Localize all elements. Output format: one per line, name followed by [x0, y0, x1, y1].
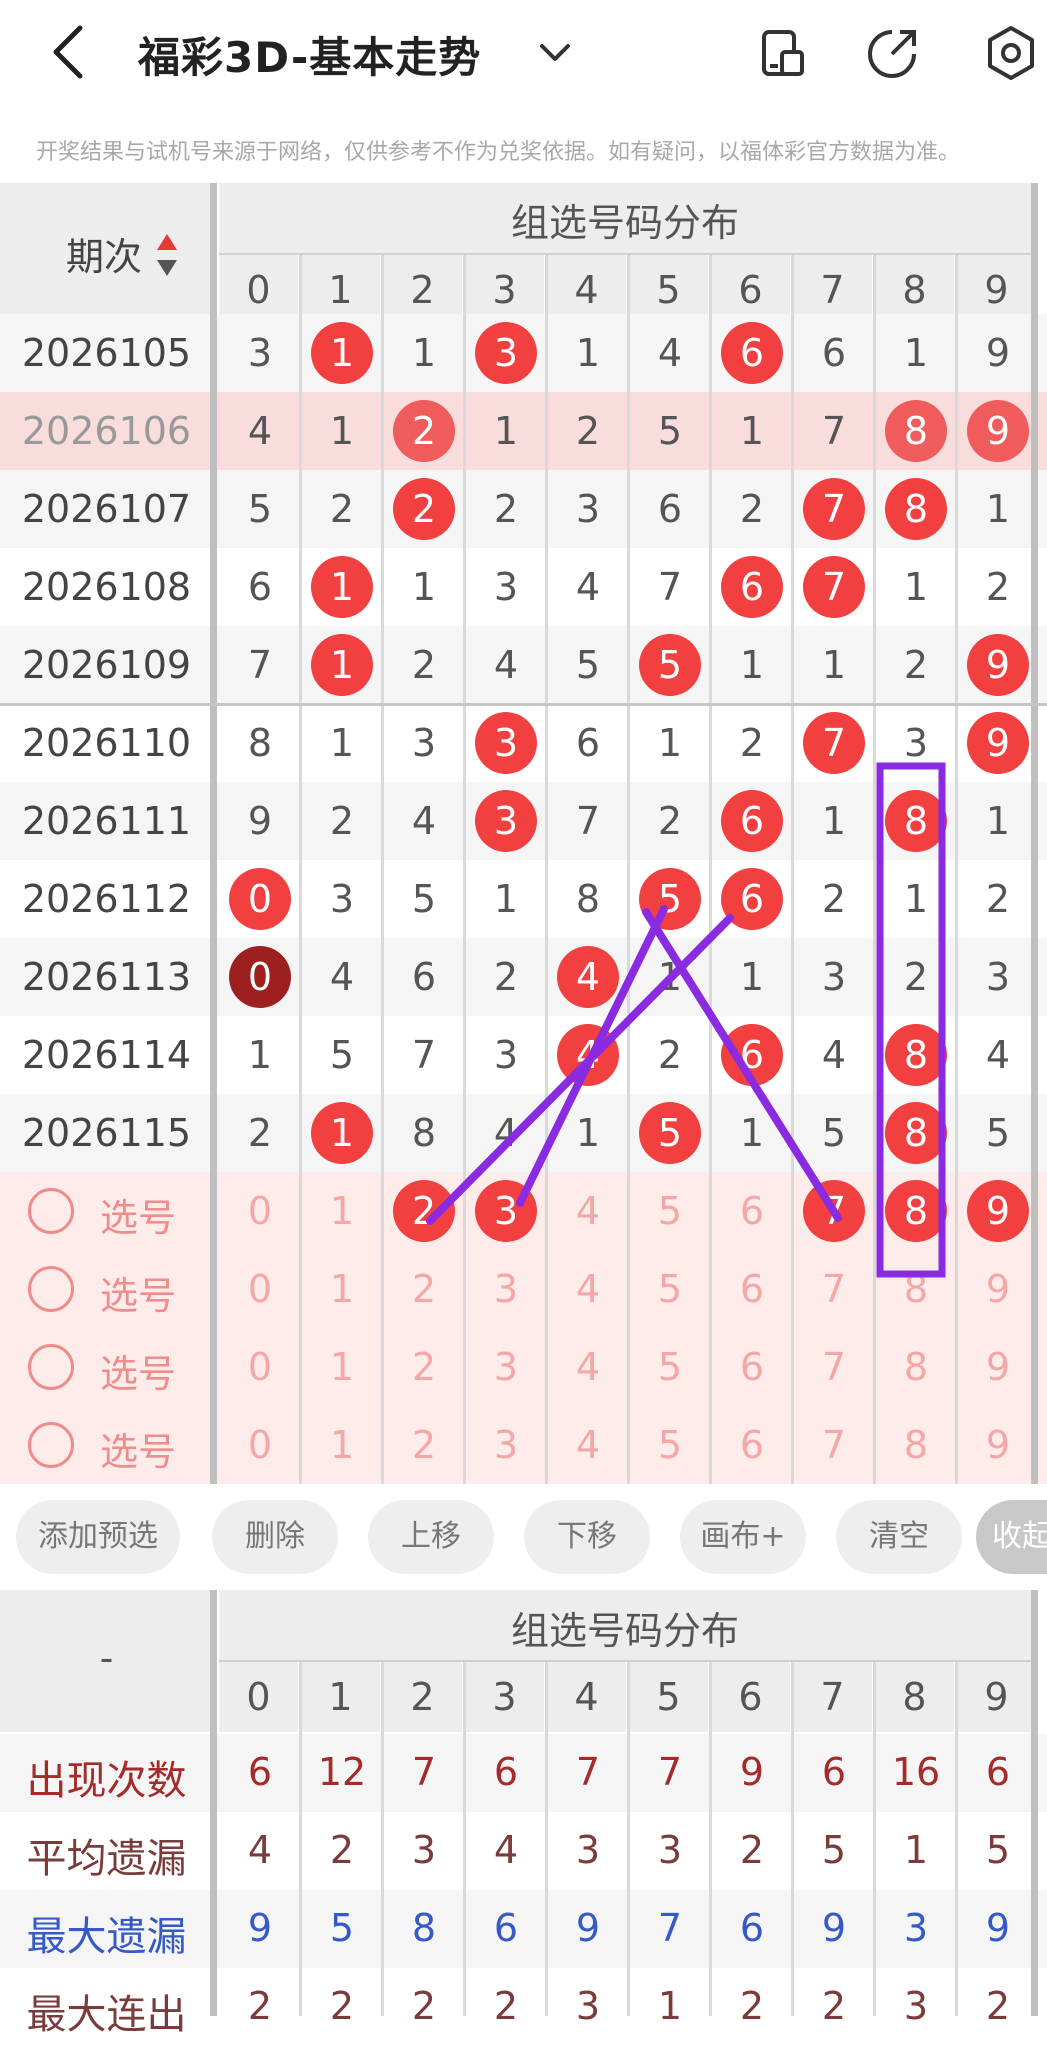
drawn-rectangle [876, 762, 946, 1278]
stats-value: 6 [985, 1750, 1011, 1794]
divider [210, 1590, 217, 2016]
drawn-line-2 [516, 905, 668, 1207]
stats-row-label: 出现次数 [26, 1758, 187, 1804]
divider [627, 1662, 630, 2016]
divider [545, 1662, 548, 2016]
stats-digit-header-4: 4 [547, 1662, 626, 1732]
stats-value: 2 [411, 1984, 437, 2028]
divider [791, 1662, 794, 2016]
drawn-line-3 [642, 908, 842, 1222]
stats-value: 3 [575, 1828, 601, 1872]
stats-value: 7 [411, 1750, 437, 1794]
toolbar-button-6[interactable]: 收起 [976, 1500, 1047, 1574]
stats-digit-header-2: 2 [383, 1662, 462, 1732]
stats-value: 2 [247, 1984, 273, 2028]
stats-value: 2 [329, 1828, 355, 1872]
stats-value: 3 [657, 1828, 683, 1872]
stats-value: 2 [329, 1984, 355, 2028]
stats-value: 2 [493, 1984, 519, 2028]
stats-value: 3 [903, 1906, 929, 1950]
stats-value: 4 [493, 1828, 519, 1872]
stats-value: 12 [317, 1750, 367, 1794]
stats-value: 8 [411, 1906, 437, 1950]
stats-value: 2 [739, 1828, 765, 1872]
stats-value: 1 [657, 1984, 683, 2028]
stats-row-label: 平均遗漏 [26, 1836, 187, 1882]
toolbar-button-5[interactable]: 清空 [836, 1500, 962, 1574]
divider [381, 1662, 384, 2016]
stats-value: 6 [821, 1750, 847, 1794]
stats-value: 6 [247, 1750, 273, 1794]
stats-value: 16 [891, 1750, 941, 1794]
stats-row-label: 最大连出 [26, 1992, 187, 2038]
stats-value: 9 [575, 1906, 601, 1950]
stats-digit-header-0: 0 [219, 1662, 298, 1732]
stats-value: 3 [411, 1828, 437, 1872]
stats-value: 7 [575, 1750, 601, 1794]
stats-digit-header-5: 5 [629, 1662, 708, 1732]
stats-value: 2 [821, 1984, 847, 2028]
stats-value: 3 [903, 1984, 929, 2028]
divider [463, 1662, 466, 2016]
stats-value: 7 [657, 1750, 683, 1794]
stats-value: 6 [739, 1906, 765, 1950]
stats-value: 9 [985, 1906, 1011, 1950]
divider [955, 1662, 958, 2016]
stats-value: 2 [739, 1984, 765, 2028]
stats-value: 5 [985, 1828, 1011, 1872]
toolbar-button-0[interactable]: 添加预选 [16, 1500, 180, 1574]
stats-group-title: 组选号码分布 [510, 1609, 739, 1653]
stats-value: 9 [247, 1906, 273, 1950]
drawn-lines [426, 905, 842, 1225]
toolbar-button-1[interactable]: 删除 [212, 1500, 338, 1574]
stats-corner-label: - [99, 1636, 114, 1680]
toolbar-button-2[interactable]: 上移 [368, 1500, 494, 1574]
stats-digit-header-1: 1 [301, 1662, 380, 1732]
stats-value: 2 [985, 1984, 1011, 2028]
stats-value: 4 [247, 1828, 273, 1872]
stats-digit-header-9: 9 [957, 1662, 1036, 1732]
divider [709, 1662, 712, 2016]
stats-value: 5 [821, 1828, 847, 1872]
divider [219, 1660, 1031, 1662]
toolbar-button-4[interactable]: 画布+ [680, 1500, 806, 1574]
stats-value: 7 [657, 1906, 683, 1950]
stats-value: 9 [739, 1750, 765, 1794]
toolbar-button-3[interactable]: 下移 [524, 1500, 650, 1574]
divider [299, 1662, 302, 2016]
stats-digit-header-8: 8 [875, 1662, 954, 1732]
stats-digit-header-3: 3 [465, 1662, 544, 1732]
stats-value: 5 [329, 1906, 355, 1950]
divider [873, 1662, 876, 2016]
stats-value: 1 [903, 1828, 929, 1872]
stats-digit-header-6: 6 [711, 1662, 790, 1732]
divider [1031, 1590, 1038, 2016]
stats-value: 6 [493, 1906, 519, 1950]
stats-value: 3 [575, 1984, 601, 2028]
stats-value: 6 [493, 1750, 519, 1794]
drawn-line-1 [426, 914, 734, 1225]
stats-row-label: 最大遗漏 [26, 1914, 187, 1960]
stats-value: 9 [821, 1906, 847, 1950]
stats-digit-header-7: 7 [793, 1662, 872, 1732]
